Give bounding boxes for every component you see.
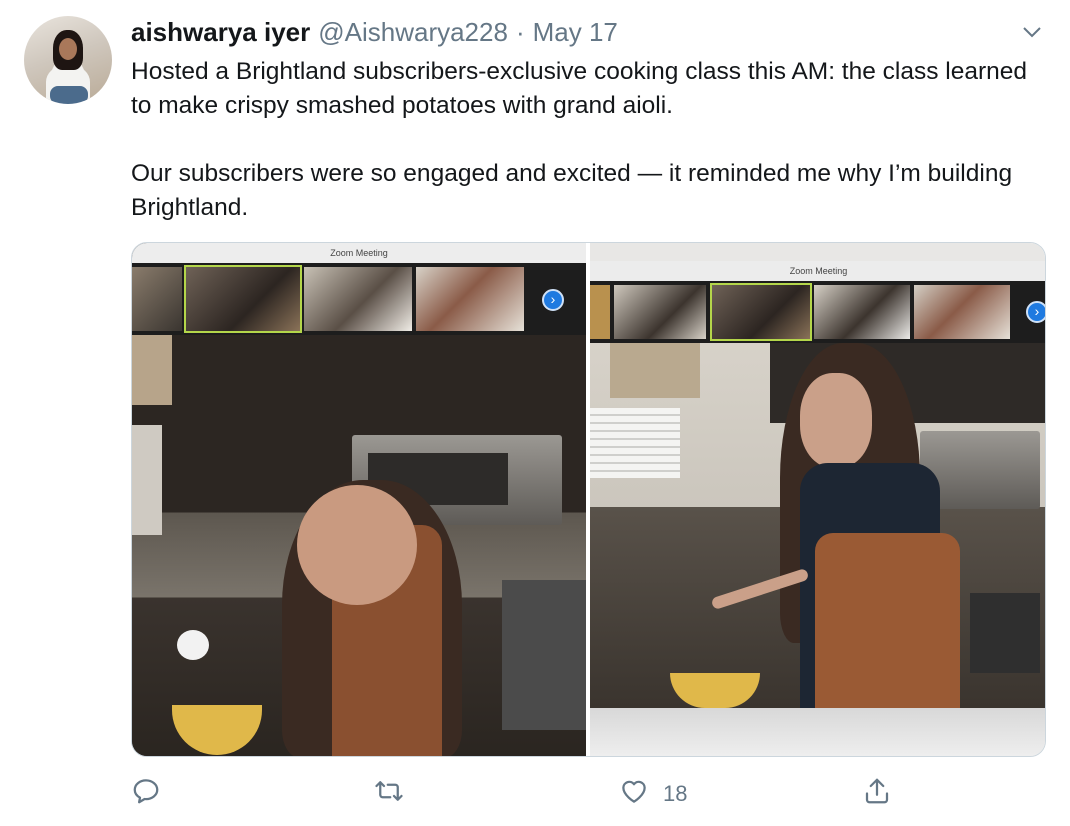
like-button[interactable]: 18 bbox=[619, 778, 687, 810]
author-name[interactable]: aishwarya iyer bbox=[131, 16, 310, 48]
share-button[interactable] bbox=[862, 778, 892, 810]
tweet-date[interactable]: May 17 bbox=[533, 16, 618, 48]
chevron-down-icon[interactable] bbox=[1020, 20, 1044, 44]
tweet-media[interactable]: Zoom Meeting › Zoom Meeting › bbox=[131, 242, 1046, 757]
retweet-button[interactable] bbox=[374, 778, 418, 810]
share-icon bbox=[862, 776, 892, 812]
zoom-window-title: Zoom Meeting bbox=[590, 261, 1045, 281]
zoom-participant-strip: › bbox=[132, 263, 586, 335]
reply-button[interactable] bbox=[131, 778, 175, 810]
zoom-next-icon: › bbox=[542, 289, 564, 311]
tweet-header: aishwarya iyer @Aishwarya228 · May 17 bbox=[131, 16, 618, 48]
kitchen-scene-left bbox=[132, 335, 586, 756]
author-handle[interactable]: @Aishwarya228 bbox=[318, 16, 508, 48]
tweet-text: Hosted a Brightland subscribers-exclusiv… bbox=[131, 55, 1051, 225]
tweet-actions: 18 bbox=[131, 778, 1046, 810]
separator-dot: · bbox=[515, 17, 525, 47]
reply-icon bbox=[131, 776, 161, 812]
tweet-paragraph-2: Our subscribers were so engaged and exci… bbox=[131, 160, 1013, 221]
cooking-class-photo-left[interactable]: Zoom Meeting › bbox=[132, 243, 586, 756]
cooking-class-photo-right[interactable]: Zoom Meeting › bbox=[590, 243, 1045, 756]
zoom-participant-strip: › bbox=[590, 281, 1045, 343]
kitchen-scene-right bbox=[590, 343, 1045, 708]
zoom-next-icon: › bbox=[1026, 301, 1045, 323]
like-count: 18 bbox=[663, 781, 688, 806]
like-icon bbox=[619, 776, 649, 812]
avatar[interactable] bbox=[24, 16, 112, 104]
zoom-window-title: Zoom Meeting bbox=[132, 243, 586, 263]
tweet-paragraph-1: Hosted a Brightland subscribers-exclusiv… bbox=[131, 58, 1028, 119]
photo-bottom-edge bbox=[590, 708, 1045, 756]
retweet-icon bbox=[374, 776, 404, 812]
